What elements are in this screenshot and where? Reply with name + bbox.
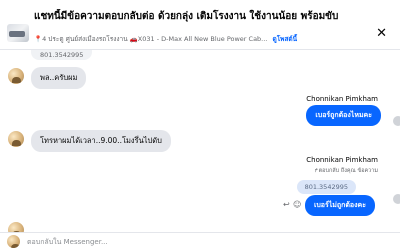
- chat-header: แชทนี้มีข้อความตอบกลับต่อ ด้วยกลุ่ง เติม…: [0, 0, 400, 50]
- listing-subtitle: 📍4 ประตู ศูนย์ส่งเมืองรถโรงงาน 🚗X031 - D…: [34, 34, 364, 44]
- close-icon[interactable]: ✕: [376, 27, 387, 40]
- listing-thumbnail[interactable]: [7, 24, 29, 42]
- partial-message: 801.3542995: [31, 50, 93, 60]
- composer-bar: [0, 232, 400, 250]
- message-list[interactable]: 801.3542995 พล..ครับผม Chonnikan Pimkham…: [0, 50, 400, 238]
- seen-avatar-icon: [393, 194, 400, 204]
- messenger-chat-window: แชทนี้มีข้อความตอบกลับต่อ ด้วยกลุ่ง เติม…: [0, 0, 400, 250]
- react-icon[interactable]: ☺: [293, 201, 301, 209]
- reply-indicator: ↱ตอบกลับ ถึงคุณ ข้อความ: [313, 168, 378, 174]
- incoming-message: โทรหาผมได้เวลา..9.00..โมงรึ่นไปดับ: [31, 130, 171, 152]
- reply-icon[interactable]: ↩: [283, 201, 290, 209]
- avatar[interactable]: [8, 68, 24, 84]
- listing-subtitle-text: 📍4 ประตู ศูนย์ส่งเมืองรถโรงงาน 🚗X031 - D…: [34, 35, 268, 43]
- view-post-link[interactable]: ดูโพสต์นี้: [272, 35, 297, 43]
- user-avatar: [7, 235, 20, 248]
- sender-name: Chonnikan Pimkham: [306, 156, 378, 164]
- outgoing-message: เบอร์ถูกต้องไหมคะ: [306, 105, 381, 126]
- seen-avatar-icon: [393, 116, 400, 126]
- outgoing-message: เบอร์ไม่ถูกต้องคะ: [304, 195, 375, 216]
- avatar[interactable]: [8, 131, 24, 147]
- chat-title: แชทนี้มีข้อความตอบกลับต่อ ด้วยกลุ่ง เติม…: [34, 11, 339, 22]
- message-input[interactable]: [27, 234, 387, 250]
- incoming-message: พล..ครับผม: [31, 67, 87, 89]
- sender-name: Chonnikan Pimkham: [306, 95, 378, 103]
- quoted-message[interactable]: 801.3542995: [296, 180, 356, 194]
